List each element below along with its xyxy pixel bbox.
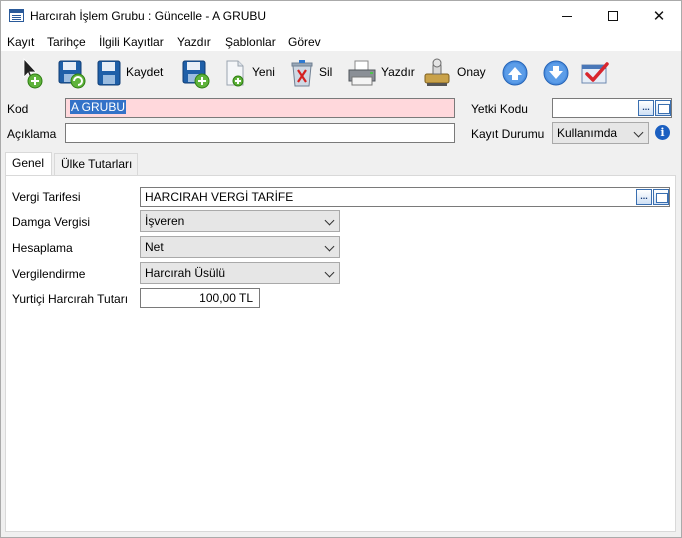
menu-kayit[interactable]: Kayıt [7, 35, 34, 49]
menu-bar: Kayıt Tarihçe İlgili Kayıtlar Yazdır Şab… [1, 31, 681, 51]
toolbar: Kaydet Yeni Sil Yazdır Onay [1, 51, 681, 93]
aciklama-input[interactable] [65, 123, 455, 143]
hesaplama-label: Hesaplama [12, 241, 73, 255]
genel-panel: Vergi Tarifesi HARCIRAH VERGİ TARİFE ...… [5, 175, 676, 532]
menu-tarihce[interactable]: Tarihçe [47, 35, 86, 49]
menu-gorev[interactable]: Görev [288, 35, 321, 49]
menu-sablonlar[interactable]: Şablonlar [225, 35, 276, 49]
hesaplama-select[interactable]: Net [140, 236, 340, 258]
save-add-icon [181, 57, 210, 89]
kayit-durumu-value: Kullanımda [557, 126, 618, 140]
recycle-bin-icon [288, 57, 316, 87]
move-down-button[interactable] [542, 54, 570, 90]
menu-yazdir[interactable]: Yazdır [177, 35, 211, 49]
cursor-add-icon [19, 57, 47, 89]
damga-vergisi-value: İşveren [145, 214, 185, 228]
printer-icon [346, 57, 378, 87]
close-button[interactable]: ✕ [636, 1, 681, 31]
chevron-down-icon [324, 241, 335, 252]
kod-label: Kod [7, 102, 29, 116]
minimize-icon [562, 15, 572, 17]
damga-vergisi-label: Damga Vergisi [12, 215, 91, 229]
info-icon[interactable]: i [655, 125, 670, 140]
menu-ilgili-kayitlar[interactable]: İlgili Kayıtlar [99, 35, 164, 49]
vergi-tarifesi-label: Vergi Tarifesi [12, 190, 81, 204]
kayit-durumu-select[interactable]: Kullanımda [552, 122, 649, 144]
save-button[interactable]: Kaydet [95, 54, 163, 90]
new-document-icon [221, 57, 249, 87]
hesaplama-value: Net [145, 240, 164, 254]
kod-value: A GRUBU [70, 100, 127, 114]
save-label: Kaydet [126, 65, 164, 79]
new-record-button[interactable] [19, 54, 47, 90]
move-up-button[interactable] [501, 54, 529, 90]
vergi-tarifesi-browse-button[interactable] [653, 189, 669, 205]
delete-button[interactable]: Sil [288, 54, 332, 90]
minimize-button[interactable] [544, 1, 590, 31]
close-icon: ✕ [652, 7, 666, 25]
vergilendirme-select[interactable]: Harcırah Üsülü [140, 262, 340, 284]
checkmark-form-icon [579, 57, 611, 87]
app-form-icon [9, 9, 24, 22]
checklist-button[interactable] [579, 54, 611, 90]
title-bar: Harcırah İşlem Grubu : Güncelle - A GRUB… [1, 1, 681, 31]
delete-label: Sil [319, 65, 333, 79]
vergilendirme-label: Vergilendirme [12, 267, 86, 281]
save-icon [95, 57, 123, 87]
damga-vergisi-select[interactable]: İşveren [140, 210, 340, 232]
window-title: Harcırah İşlem Grubu : Güncelle - A GRUB… [30, 9, 267, 23]
kod-input[interactable]: A GRUBU [65, 98, 455, 118]
save-refresh-button[interactable] [57, 54, 86, 90]
save-refresh-icon [57, 57, 86, 89]
kayit-durumu-label: Kayıt Durumu [471, 127, 545, 141]
tab-ulke-tutarlari[interactable]: Ülke Tutarları [54, 153, 138, 175]
vergi-tarifesi-lookup-button[interactable]: ... [636, 189, 652, 205]
approve-button[interactable]: Onay [422, 54, 486, 90]
aciklama-label: Açıklama [7, 127, 57, 141]
print-label: Yazdır [381, 65, 415, 79]
chevron-down-icon [324, 267, 335, 278]
new-label: Yeni [252, 65, 275, 79]
vergilendirme-value: Harcırah Üsülü [145, 266, 226, 280]
yetki-kodu-label: Yetki Kodu [471, 102, 528, 116]
print-button[interactable]: Yazdır [346, 54, 415, 90]
arrow-down-icon [542, 57, 570, 87]
save-new-button[interactable] [181, 54, 210, 90]
yetki-kodu-lookup-button[interactable]: ... [638, 100, 654, 116]
approval-stamp-icon [422, 57, 454, 87]
chevron-down-icon [633, 127, 644, 138]
app-window: Harcırah İşlem Grubu : Güncelle - A GRUB… [0, 0, 682, 538]
yetki-kodu-browse-button[interactable] [655, 100, 671, 116]
arrow-up-icon [501, 57, 529, 87]
yurtici-harcirah-input[interactable]: 100,00 TL [140, 288, 260, 308]
vergi-tarifesi-input[interactable]: HARCIRAH VERGİ TARİFE [140, 187, 670, 207]
new-button[interactable]: Yeni [221, 54, 275, 90]
maximize-button[interactable] [590, 1, 636, 31]
maximize-icon [608, 11, 618, 21]
tab-genel[interactable]: Genel [5, 152, 52, 176]
yetki-kodu-input[interactable] [552, 98, 672, 118]
chevron-down-icon [324, 215, 335, 226]
yurtici-harcirah-label: Yurtiçi Harcırah Tutarı [12, 292, 129, 306]
approve-label: Onay [457, 65, 486, 79]
